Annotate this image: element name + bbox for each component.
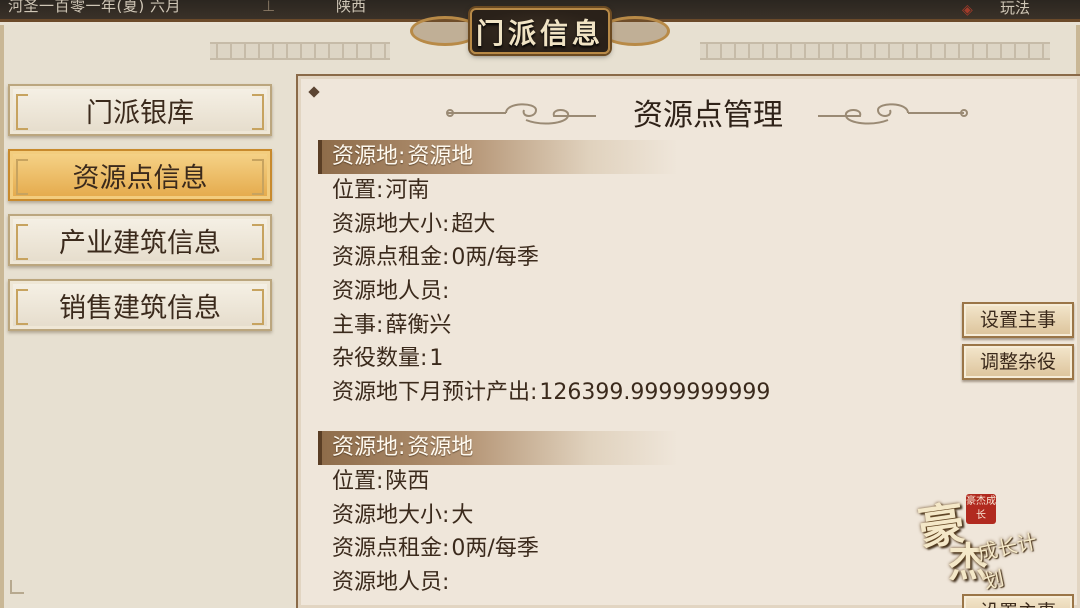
nav-label: 销售建筑信息: [59, 292, 221, 324]
row-key: 资源地大小:: [332, 211, 450, 237]
corner-bracket-icon: [10, 580, 24, 594]
resource-section: 资源地:资源地 位置:河南 资源地大小:超大 资源点租金:0两/每季 资源地人员…: [318, 140, 798, 410]
title-banner: 门派信息: [410, 2, 670, 62]
row-value: 薛衡兴: [385, 312, 452, 338]
banner-wing-right: [600, 16, 670, 46]
info-row: 资源地下月预计产出:126399.9999999999: [318, 376, 798, 410]
info-row: 位置:陕西: [318, 465, 798, 499]
info-row: 主事:薛衡兴: [318, 309, 798, 343]
set-manager-button-2-clip: 设置主事: [962, 594, 1074, 608]
row-value: 0两/每季: [451, 536, 539, 562]
row-key: 主事:: [332, 312, 384, 338]
row-value: 河南: [385, 178, 430, 203]
info-row: 位置:河南: [318, 174, 798, 208]
section-header-value: 资源地: [407, 144, 474, 169]
info-row: 资源地大小:超大: [318, 208, 798, 242]
game-date: 河圣一百零一年(夏) 六月: [8, 0, 181, 15]
set-manager-button-2[interactable]: 设置主事: [962, 594, 1074, 608]
resource-section: 资源地:资源地 位置:陕西 资源地大小:大 资源点租金:0两/每季 资源地人员:: [318, 431, 798, 600]
meander-border-left: [210, 42, 390, 60]
row-key: 杂役数量:: [332, 346, 428, 372]
current-region: 陕西: [336, 0, 367, 15]
nav-label: 门派银库: [86, 97, 194, 129]
section-header: 资源地:资源地: [318, 431, 678, 465]
row-key: 资源地人员:: [332, 570, 450, 596]
nav-label: 资源点信息: [72, 162, 208, 194]
row-key: 资源点租金:: [332, 536, 450, 562]
section-header: 资源地:资源地: [318, 140, 678, 174]
info-row: 资源点租金:0两/每季: [318, 241, 798, 275]
nav-label: 产业建筑信息: [59, 227, 221, 259]
row-value: 0两/每季: [451, 245, 539, 271]
row-key: 位置:: [332, 178, 384, 203]
info-row: 资源点租金:0两/每季: [318, 532, 798, 566]
row-key: 资源地下月预计产出:: [332, 380, 538, 406]
set-manager-button[interactable]: 设置主事: [962, 302, 1074, 338]
ornament-icon: ◈: [962, 2, 973, 18]
row-value: 126399.9999999999: [539, 380, 771, 406]
nav-resource-point-info[interactable]: 资源点信息: [8, 149, 272, 201]
gameplay-label[interactable]: 玩法: [1000, 0, 1030, 18]
row-value: 1: [429, 346, 444, 372]
game-logo: 豪 豪杰成长 杰 成长计划: [915, 490, 1048, 593]
row-key: 资源点租金:: [332, 245, 450, 271]
row-value: 陕西: [385, 469, 430, 494]
adjust-workers-button[interactable]: 调整杂役: [962, 344, 1074, 380]
info-row: 资源地人员:: [318, 566, 798, 600]
logo-seal: 豪杰成长: [966, 494, 996, 524]
row-value: 大: [451, 502, 474, 528]
info-row: 资源地人员:: [318, 275, 798, 309]
section-header-value: 资源地: [407, 435, 474, 460]
section-header-key: 资源地:: [332, 144, 406, 169]
row-key: 位置:: [332, 469, 384, 494]
nav-sect-treasury[interactable]: 门派银库: [8, 84, 272, 136]
side-nav: 门派银库 资源点信息 产业建筑信息 销售建筑信息: [8, 84, 274, 344]
row-value: 超大: [451, 211, 496, 237]
divider-icon: ⊥: [262, 0, 276, 15]
info-row: 杂役数量:1: [318, 342, 798, 376]
page-title: 门派信息: [475, 17, 604, 50]
section-header-key: 资源地:: [332, 435, 406, 460]
cloud-ornament-right-icon: [818, 103, 968, 125]
nav-industry-building-info[interactable]: 产业建筑信息: [8, 214, 272, 266]
nav-sales-building-info[interactable]: 销售建筑信息: [8, 279, 272, 331]
row-key: 资源地大小:: [332, 502, 450, 528]
meander-border-right: [700, 42, 1050, 60]
info-row: 资源地大小:大: [318, 499, 798, 533]
row-key: 资源地人员:: [332, 279, 450, 305]
